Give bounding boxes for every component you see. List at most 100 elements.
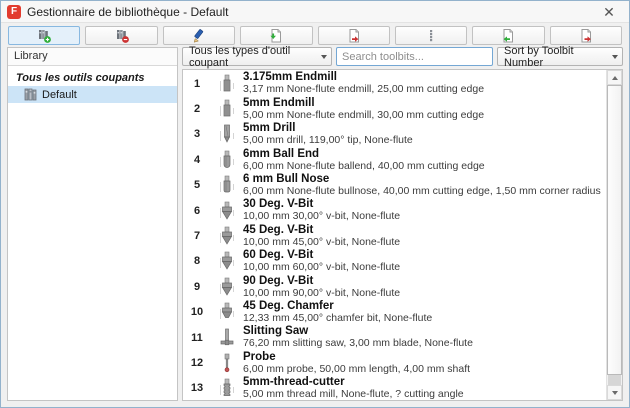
toolbit-name: 30 Deg. V-Bit: [243, 198, 313, 210]
drill-icon: [211, 124, 243, 144]
toolbit-row[interactable]: 11Slitting Saw76,20 mm slitting saw, 3,0…: [183, 325, 606, 350]
toolbit-row[interactable]: 13 5mm-thread-cutter5,00 mm thread mill, …: [183, 376, 606, 401]
toolbit-number: 5: [183, 179, 211, 191]
toolbit-row[interactable]: 1045 Deg. Chamfer12,33 mm 45,00° chamfer…: [183, 300, 606, 325]
toolbit-number: 8: [183, 255, 211, 267]
toolbit-name: 45 Deg. V-Bit: [243, 224, 313, 236]
vbit-icon: [211, 201, 243, 221]
toolbit-number: 2: [183, 103, 211, 115]
toolbit-number: 1: [183, 78, 211, 90]
tool-type-filter-value: Tous les types d'outil coupant: [189, 45, 321, 69]
toolbit-row[interactable]: 8 60 Deg. V-Bit10,00 mm 60,00° v-bit, Non…: [183, 249, 606, 274]
toolbit-row[interactable]: 990 Deg. V-Bit10,00 mm 90,00° v-bit, Non…: [183, 274, 606, 299]
triangle-up-icon: [612, 76, 618, 80]
scrollbar[interactable]: [606, 70, 622, 400]
vbit-icon: [211, 277, 243, 297]
library-remove-button[interactable]: [85, 26, 157, 45]
import-button[interactable]: [472, 26, 544, 45]
toolbit-number: 10: [183, 306, 211, 318]
toolbit-number: 13: [183, 382, 211, 394]
search-input[interactable]: [336, 47, 493, 66]
toolbit-rows: 1 3.175mm Endmill3,17 mm None-flute endmi…: [183, 71, 606, 401]
library-add-button[interactable]: [8, 26, 80, 45]
toolbit-row[interactable]: 3 5mm Drill5,00 mm drill, 119,00° tip, No…: [183, 122, 606, 147]
chamfer-icon: [211, 302, 243, 322]
tree-item-label: Default: [42, 89, 77, 101]
document-remove-button[interactable]: [318, 26, 390, 45]
toolbit-number: 7: [183, 230, 211, 242]
threadmill-icon: [211, 378, 243, 398]
pencil-icon: [191, 28, 207, 44]
vertical-dots-button[interactable]: [395, 26, 467, 45]
library-tree: Tous les outils coupants Default: [8, 66, 177, 103]
toolbit-number: 9: [183, 281, 211, 293]
close-button[interactable]: ✕: [595, 2, 623, 22]
triangle-down-icon: [612, 391, 618, 395]
tree-group-all-tools[interactable]: Tous les outils coupants: [8, 70, 177, 86]
toolbit-name: Probe: [243, 351, 276, 363]
probe-icon: [211, 353, 243, 373]
toolbit-name: 3.175mm Endmill: [243, 71, 337, 83]
document-green-arrow-left-icon: [500, 28, 516, 44]
document-green-arrow-down-icon: [268, 28, 284, 44]
library-books-icon: [24, 88, 38, 101]
toolbit-row[interactable]: 56 mm Bull Nose6,00 mm None-flute bullno…: [183, 173, 606, 198]
toolbit-name: 5mm Endmill: [243, 97, 315, 109]
toolbit-number: 6: [183, 205, 211, 217]
toolbar: [8, 26, 622, 45]
chevron-down-icon: [612, 55, 618, 59]
library-plus-icon: [36, 28, 52, 44]
vbit-icon: [211, 251, 243, 271]
toolbit-name: 5mm Drill: [243, 122, 295, 134]
toolbit-description: 10,00 mm 30,00° v-bit, None-flute: [243, 210, 400, 222]
sort-dropdown-value: Sort by Toolbit Number: [504, 45, 612, 69]
toolbit-row[interactable]: 46mm Ball End6,00 mm None-flute ballend,…: [183, 147, 606, 172]
toolbit-description: 3,17 mm None-flute endmill, 25,00 mm cut…: [243, 83, 484, 95]
document-add-button[interactable]: [240, 26, 312, 45]
tree-item-default[interactable]: Default: [8, 86, 177, 103]
toolbit-number: 11: [183, 332, 211, 344]
edit-button[interactable]: [163, 26, 235, 45]
bullnose-icon: [211, 175, 243, 195]
document-red-arrow-right-icon: [346, 28, 362, 44]
toolbit-name: 6mm Ball End: [243, 148, 319, 160]
toolbit-row[interactable]: 7 45 Deg. V-Bit10,00 mm 45,00° v-bit, Non…: [183, 223, 606, 248]
toolbit-name: 60 Deg. V-Bit: [243, 249, 313, 261]
scrollbar-up-button[interactable]: [607, 70, 622, 85]
vbit-icon: [211, 226, 243, 246]
endmill-icon: [211, 74, 243, 94]
toolbit-row[interactable]: 1 3.175mm Endmill3,17 mm None-flute endmi…: [183, 71, 606, 96]
toolbit-row[interactable]: 6 30 Deg. V-Bit10,00 mm 30,00° v-bit, Non…: [183, 198, 606, 223]
toolbit-description: 6,00 mm probe, 50,00 mm length, 4,00 mm …: [243, 363, 470, 375]
toolbit-description: 12,33 mm 45,00° chamfer bit, None-flute: [243, 312, 432, 324]
scrollbar-thumb[interactable]: [607, 85, 622, 375]
library-panel: Library Tous les outils coupants Default: [7, 47, 178, 401]
filter-bar: Tous les types d'outil coupant Sort by T…: [182, 47, 623, 66]
window-title: Gestionnaire de bibliothèque - Default: [27, 5, 595, 19]
toolbit-description: 5,00 mm thread mill, None-flute, ? cutti…: [243, 388, 464, 400]
export-button[interactable]: [550, 26, 622, 45]
document-red-arrow-out-icon: [578, 28, 594, 44]
toolbit-description: 76,20 mm slitting saw, 3,00 mm blade, No…: [243, 337, 473, 349]
toolbit-number: 3: [183, 128, 211, 140]
ballend-icon: [211, 150, 243, 170]
library-manager-window: F Gestionnaire de bibliothèque - Default…: [0, 0, 630, 408]
tool-type-filter-dropdown[interactable]: Tous les types d'outil coupant: [182, 47, 332, 66]
scrollbar-down-button[interactable]: [607, 385, 622, 400]
sort-dropdown[interactable]: Sort by Toolbit Number: [497, 47, 623, 66]
vertical-dots-icon: [423, 28, 439, 44]
toolbit-name: 5mm-thread-cutter: [243, 376, 345, 388]
toolbit-description: 6,00 mm None-flute bullnose, 40,00 mm cu…: [243, 185, 601, 197]
toolbit-description: 10,00 mm 45,00° v-bit, None-flute: [243, 236, 400, 248]
app-icon: F: [7, 5, 21, 19]
toolbit-description: 6,00 mm None-flute ballend, 40,00 mm cut…: [243, 160, 485, 172]
titlebar: F Gestionnaire de bibliothèque - Default…: [1, 1, 629, 23]
toolbit-row[interactable]: 12 Probe6,00 mm probe, 50,00 mm length, 4…: [183, 350, 606, 375]
library-panel-header: Library: [8, 48, 177, 66]
toolbit-number: 12: [183, 357, 211, 369]
toolbit-list: 1 3.175mm Endmill3,17 mm None-flute endmi…: [182, 69, 623, 401]
toolbit-description: 5,00 mm drill, 119,00° tip, None-flute: [243, 134, 413, 146]
toolbit-row[interactable]: 25mm Endmill5,00 mm None-flute endmill, …: [183, 96, 606, 121]
toolbit-description: 10,00 mm 60,00° v-bit, None-flute: [243, 261, 400, 273]
endmill-icon: [211, 99, 243, 119]
